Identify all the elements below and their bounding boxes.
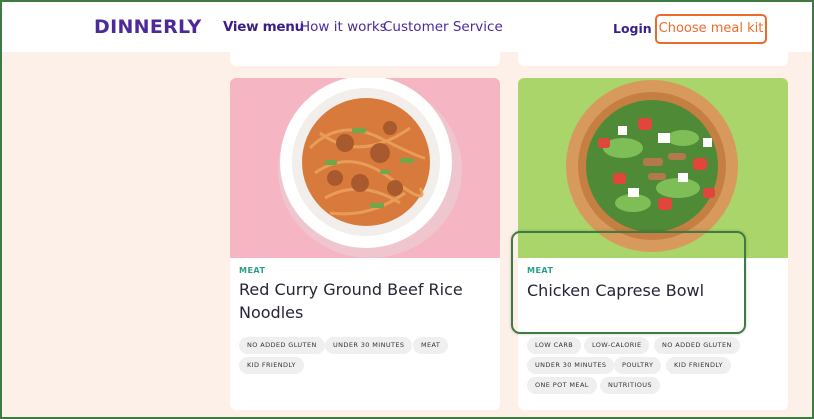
choose-meal-kit-button[interactable]: Choose meal kit [655, 14, 767, 44]
recipe-title[interactable]: Red Curry Ground Beef Rice Noodles [239, 278, 463, 324]
recipe-category: MEAT [239, 266, 266, 275]
recipe-image-noodles [230, 78, 500, 258]
tag: LOW-CALORIE [584, 337, 650, 354]
dinnerly-logo[interactable]: DINNERLY [94, 16, 202, 38]
login-link[interactable]: Login [613, 21, 652, 36]
tag: NUTRITIOUS [600, 377, 660, 394]
nav-how-it-works[interactable]: How it works [300, 19, 387, 35]
tag: KID FRIENDLY [666, 357, 731, 374]
tag: NO ADDED GLUTEN [654, 337, 740, 354]
highlight-box [511, 231, 746, 334]
tag: NO ADDED GLUTEN [239, 337, 325, 354]
tag: LOW CARB [527, 337, 582, 354]
recipe-title-line: Noodles [239, 303, 304, 322]
recipe-title-line: Red Curry Ground Beef Rice [239, 280, 463, 299]
tag: UNDER 30 MINUTES [325, 337, 413, 354]
tag: POULTRY [614, 357, 662, 374]
tag: UNDER 30 MINUTES [527, 357, 615, 374]
tag: ONE POT MEAL [527, 377, 597, 394]
recipe-card-red-curry[interactable]: MEAT Red Curry Ground Beef Rice Noodles … [230, 78, 500, 410]
tag: MEAT [413, 337, 449, 354]
nav-customer-service[interactable]: Customer Service [383, 19, 503, 35]
previous-card-bottom [518, 52, 788, 66]
previous-card-bottom [230, 52, 500, 66]
tag: KID FRIENDLY [239, 357, 304, 374]
nav-view-menu[interactable]: View menu [223, 19, 304, 35]
top-navbar: DINNERLY View menu How it works Customer… [2, 2, 812, 52]
page-frame: DINNERLY View menu How it works Customer… [0, 0, 814, 419]
